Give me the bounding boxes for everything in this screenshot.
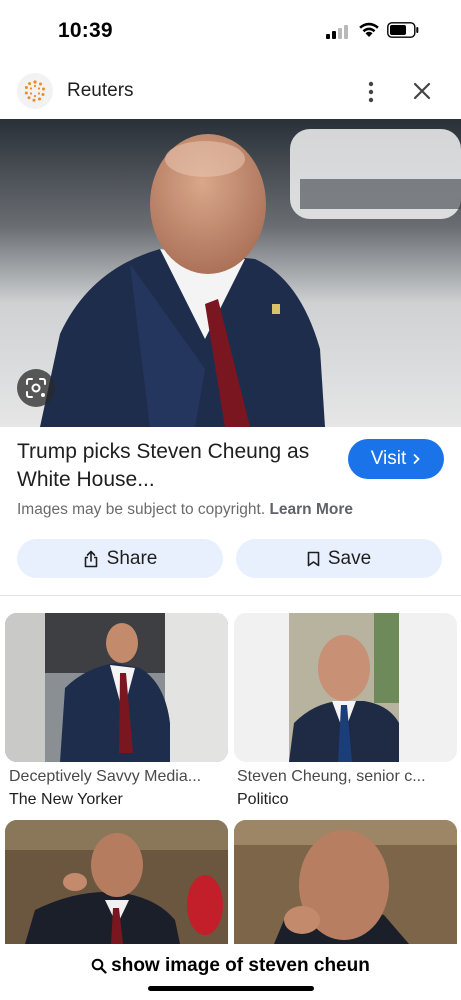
search-query-button[interactable]: show image of steven cheun [0,955,461,977]
copyright-notice: Images may be subject to copyright. Lear… [17,501,353,519]
visit-button[interactable]: Visit [348,439,444,479]
related-image-4[interactable] [234,820,457,944]
save-label: Save [327,547,372,569]
related-image-1[interactable] [5,613,228,762]
hero-image[interactable] [0,119,461,427]
related-source-2: Politico [237,791,289,808]
close-icon[interactable] [411,80,433,102]
google-lens-icon[interactable] [17,369,55,407]
result-title[interactable]: Trump picks Steven Cheung as White House… [17,438,317,494]
copyright-text: Images may be subject to copyright. [17,501,266,518]
search-query-text: show image of steven cheun [111,955,370,976]
learn-more-link[interactable]: Learn More [269,501,353,518]
related-title-1[interactable]: Deceptively Savvy Media... [9,768,224,786]
share-label: Share [106,547,158,569]
home-indicator[interactable] [148,986,314,991]
search-icon [91,958,107,974]
status-time: 10:39 [58,19,113,42]
related-source-1: The New Yorker [9,791,123,808]
source-header: Reuters [0,70,461,116]
cellular-signal-icon [326,25,350,39]
reuters-logo-icon[interactable] [17,73,53,109]
wifi-icon [359,22,379,37]
chevron-right-icon [413,453,421,465]
more-options-icon[interactable] [360,79,382,105]
bottom-search-bar: show image of steven cheun [0,944,461,1000]
related-image-2[interactable] [234,613,457,762]
related-title-2[interactable]: Steven Cheung, senior c... [237,768,452,786]
source-name[interactable]: Reuters [67,80,134,102]
status-bar: 10:39 [0,0,461,62]
share-icon [84,550,97,567]
save-button[interactable]: Save [236,539,442,578]
visit-label: Visit [370,448,407,469]
bookmark-icon [307,551,320,566]
related-image-3[interactable] [5,820,228,944]
battery-icon [387,22,419,38]
divider [0,595,461,596]
share-button[interactable]: Share [17,539,223,578]
